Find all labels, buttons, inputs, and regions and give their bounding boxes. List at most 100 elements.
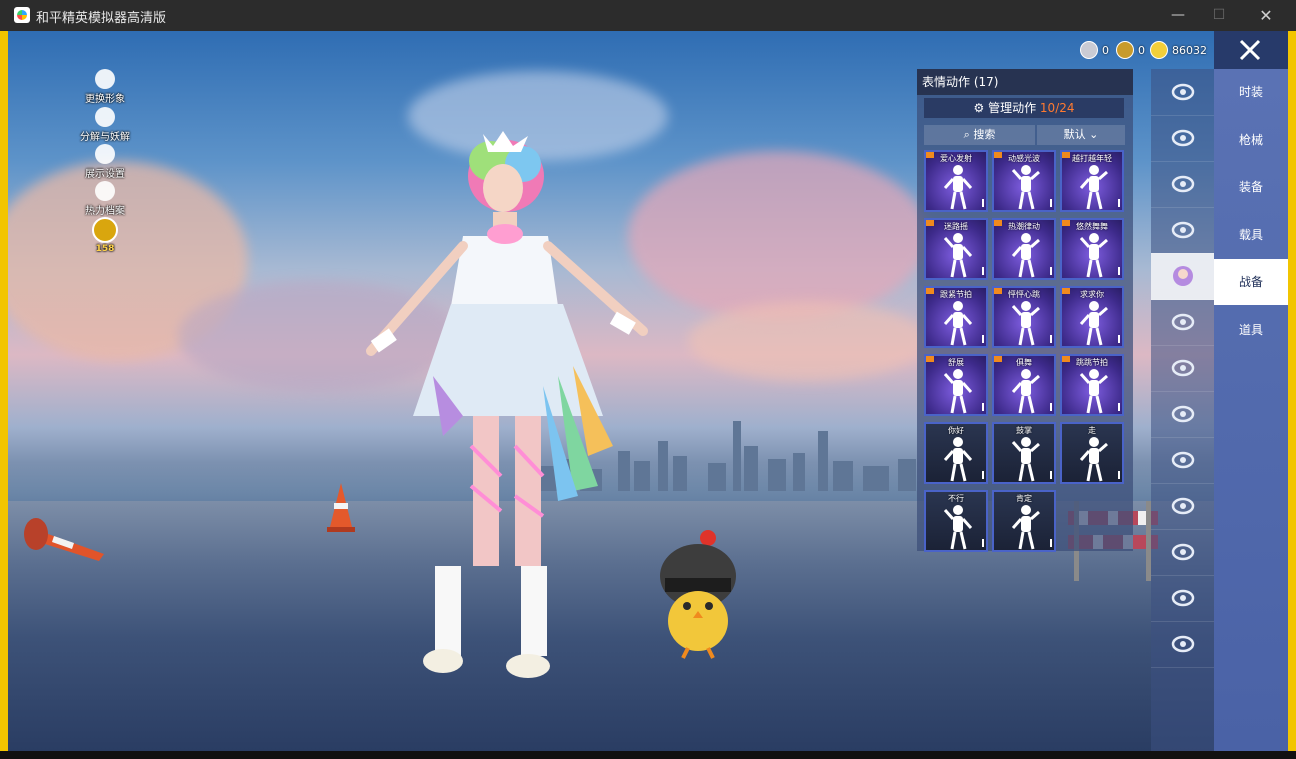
emote-tile[interactable]: 越打越年轻	[1060, 150, 1124, 212]
slot-indicator	[1050, 539, 1052, 547]
emote-tile[interactable]: 不行	[924, 490, 988, 552]
emote-tile[interactable]: 求求你	[1060, 286, 1124, 348]
window-border-left	[0, 31, 8, 751]
close-window-button[interactable]: ✕	[1243, 0, 1289, 31]
category-robot-pet[interactable]	[1151, 299, 1214, 346]
emote-tile[interactable]: 你好	[924, 422, 988, 484]
emote-label: 鼓掌	[1016, 426, 1032, 435]
currency-silver[interactable]: 0	[1080, 41, 1109, 59]
close-panel-button[interactable]	[1214, 31, 1288, 69]
tab-3[interactable]: 载具	[1214, 212, 1288, 258]
emote-figure-icon	[1080, 369, 1108, 414]
category-extinguisher[interactable]	[1151, 483, 1214, 530]
emote-panel-title: 表情动作 (17)	[917, 69, 1133, 95]
emote-sort-dropdown[interactable]: 默认 ⌄	[1037, 125, 1125, 145]
category-plane[interactable]	[1151, 207, 1214, 254]
emote-figure-icon	[944, 233, 972, 278]
category-parachute[interactable]	[1151, 621, 1214, 668]
slot-indicator	[982, 471, 984, 479]
minimize-button[interactable]: —	[1155, 0, 1201, 31]
emote-tile[interactable]: 悠然舞舞	[1060, 218, 1124, 280]
emote-tile[interactable]: 热潮律动	[992, 218, 1056, 280]
emote-tile[interactable]: 动感光波	[992, 150, 1056, 212]
maximize-button[interactable]: ☐	[1196, 0, 1242, 31]
change-appearance-label: 更换形象	[85, 94, 125, 105]
window-titlebar: 和平精英模拟器高清版 — ☐ ✕	[0, 0, 1296, 31]
currency-coupon[interactable]: 86032	[1150, 41, 1207, 59]
emote-label: 俱舞	[1016, 358, 1032, 367]
category-sparkle[interactable]	[1151, 575, 1214, 622]
emote-tile[interactable]: 鼓掌	[992, 422, 1056, 484]
window-border-right	[1288, 31, 1296, 751]
parachute-icon	[1171, 635, 1195, 653]
emote-tile[interactable]: 跟紧节拍	[924, 286, 988, 348]
gear-icon: ⚙	[973, 101, 985, 115]
emote-sort-label: 默认	[1063, 128, 1086, 141]
traffic-cone-left	[24, 518, 104, 561]
extinguisher-icon	[1171, 497, 1195, 515]
emote-figure-icon	[1080, 233, 1108, 278]
emote-figure-icon	[944, 437, 972, 482]
emote-label: 不行	[948, 494, 964, 503]
slot-indicator	[1118, 267, 1120, 275]
manage-emotes-button[interactable]: ⚙ 管理动作 10/24	[924, 98, 1124, 118]
tab-2[interactable]: 装备	[1214, 164, 1288, 210]
emote-figure-icon	[1080, 165, 1108, 210]
coupon-icon	[1150, 41, 1168, 59]
category-helmet[interactable]	[1151, 69, 1214, 116]
search-icon: ⌕	[963, 128, 974, 141]
emote-tile[interactable]: 爱心发射	[924, 150, 988, 212]
category-hand-effect[interactable]	[1151, 529, 1214, 576]
emote-tile[interactable]: 走	[1060, 422, 1124, 484]
gold-token-amount: 0	[1138, 43, 1145, 57]
coupon-amount: 86032	[1172, 43, 1207, 57]
category-drone[interactable]	[1151, 161, 1214, 208]
category-frame[interactable]	[1151, 391, 1214, 438]
emote-tile[interactable]: 跳跳节拍	[1060, 354, 1124, 416]
emote-search-label: 搜索	[973, 128, 996, 141]
category-avatar-emote[interactable]	[1151, 253, 1214, 300]
helmet-icon	[1171, 83, 1195, 101]
emote-search-button[interactable]: ⌕ 搜索	[924, 125, 1035, 145]
heat-archive-button[interactable]: 热力档案	[70, 181, 140, 217]
currency-gold-token[interactable]: 0	[1116, 41, 1145, 59]
category-picture[interactable]	[1151, 437, 1214, 484]
emote-label: 爱心发射	[940, 154, 972, 163]
window-title: 和平精英模拟器高清版	[36, 11, 167, 26]
emote-figure-icon	[1012, 233, 1040, 278]
slot-indicator	[1118, 199, 1120, 207]
tab-4[interactable]: 战备	[1214, 259, 1288, 305]
emote-tile[interactable]: 迷路摇	[924, 218, 988, 280]
emote-tile[interactable]: 怦怦心跳	[992, 286, 1056, 348]
chick-pet	[660, 530, 736, 659]
tab-0[interactable]: 时装	[1214, 69, 1288, 115]
emote-figure-icon	[944, 165, 972, 210]
emote-tile[interactable]: 肯定	[992, 490, 1056, 552]
tab-1[interactable]: 枪械	[1214, 117, 1288, 163]
emote-tile[interactable]: 舒展	[924, 354, 988, 416]
manage-emotes-count: 10/24	[1039, 101, 1075, 115]
display-settings-button[interactable]: 展示设置	[70, 144, 140, 180]
slot-indicator	[1050, 471, 1052, 479]
player-character	[366, 131, 648, 678]
close-icon	[1239, 39, 1261, 61]
emote-tile[interactable]: 俱舞	[992, 354, 1056, 416]
chevron-down-icon: ⌄	[1089, 128, 1099, 141]
app-logo-icon	[14, 7, 30, 23]
decompose-button[interactable]: 分解与妖解	[70, 107, 140, 143]
emote-label: 跳跳节拍	[1076, 358, 1108, 367]
category-backpack[interactable]	[1151, 115, 1214, 162]
emote-figure-icon	[1012, 165, 1040, 210]
category-speaker[interactable]	[1151, 345, 1214, 392]
display-settings-label: 展示设置	[85, 169, 125, 180]
change-appearance-button[interactable]: 更换形象	[70, 69, 140, 105]
emote-label: 动感光波	[1008, 154, 1040, 163]
emote-label: 越打越年轻	[1072, 154, 1112, 163]
level-badge-button[interactable]: 158	[70, 217, 140, 254]
picture-icon	[1171, 451, 1195, 469]
tab-5[interactable]: 道具	[1214, 307, 1288, 353]
person-icon	[95, 69, 115, 89]
emote-figure-icon	[944, 301, 972, 346]
drone-icon	[1171, 175, 1195, 193]
frame-icon	[1171, 405, 1195, 423]
